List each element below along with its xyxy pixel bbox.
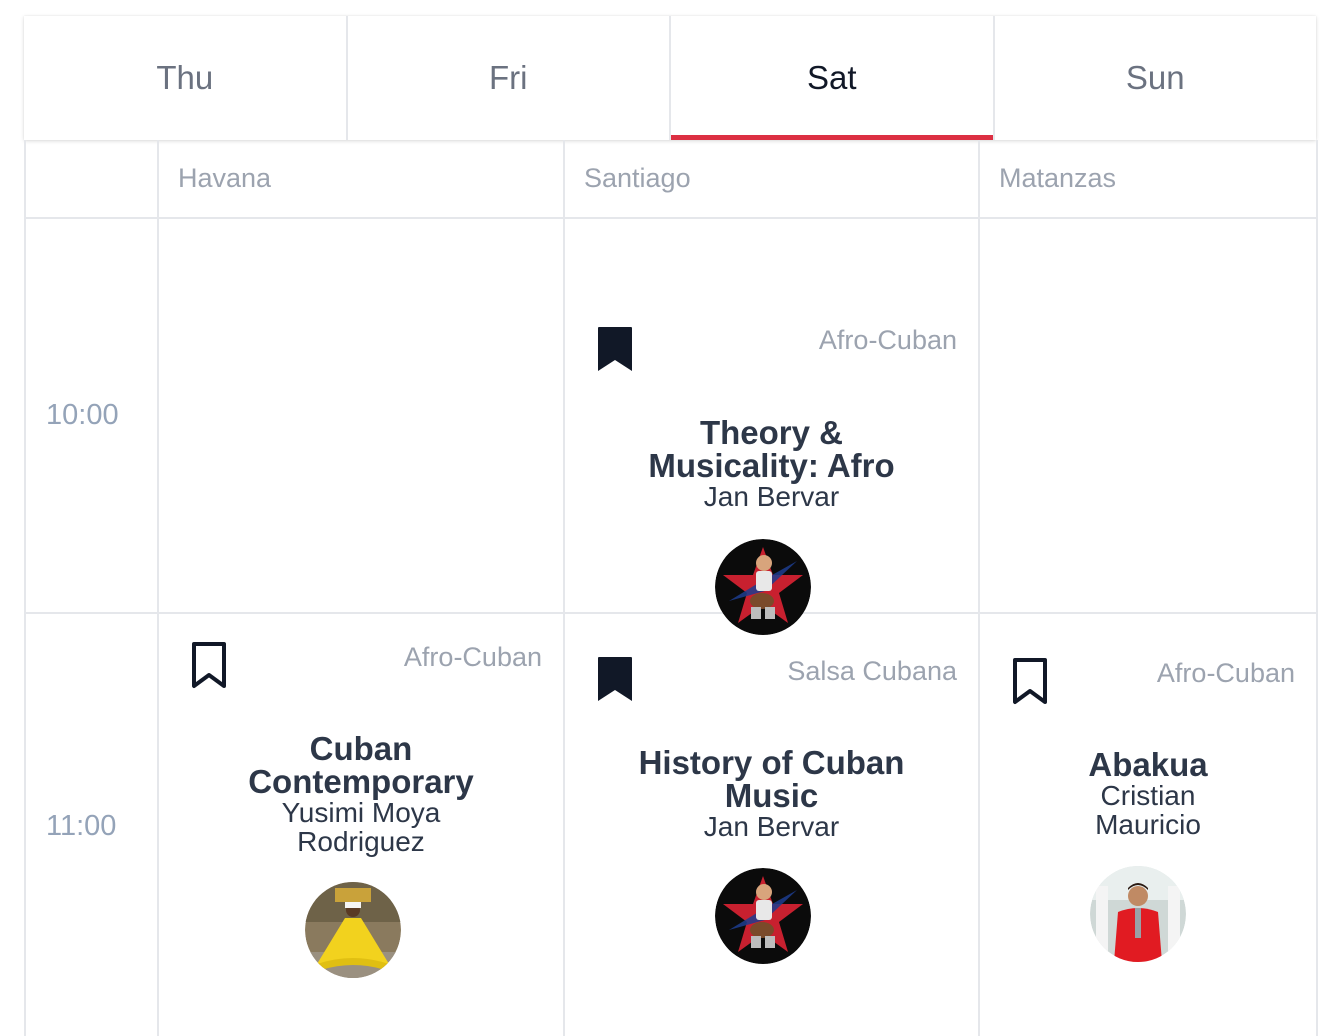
bookmark-outline-icon[interactable] [189,640,229,690]
session-category: Afro-Cuban [818,325,957,355]
session-slot: Salsa Cubana History of Cuban Music Jan … [565,614,980,1036]
session-title[interactable]: Theory & Musicality: Afro [632,416,912,482]
column-header-havana: Havana [159,140,565,219]
session-slot: Afro-Cuban Theory & Musicality: Afro Jan… [565,219,980,635]
session-category: Afro-Cuban [1156,658,1295,688]
empty-slot [159,219,565,614]
tab-sat[interactable]: Sat [671,16,995,140]
session-card[interactable]: Afro-Cuban Cuban Contemporary Yusimi Moy… [159,614,563,1036]
session-title[interactable]: Abakua [1018,748,1278,781]
column-header-matanzas: Matanzas [980,140,1318,219]
teacher-avatar [715,868,811,964]
session-card[interactable]: Salsa Cubana History of Cuban Music Jan … [565,614,978,1036]
session-slot: Afro-Cuban Abakua Cristian Mauricio [980,614,1318,1036]
session-card[interactable]: Afro-Cuban Abakua Cristian Mauricio [980,614,1316,1036]
tab-label: Thu [156,59,214,96]
tab-label: Sat [806,59,857,96]
session-title[interactable]: Cuban Contemporary [211,732,511,798]
session-card[interactable]: Afro-Cuban Theory & Musicality: Afro Jan… [565,219,978,635]
schedule-grid: Havana Santiago Matanzas 10:00 Afro-Cuba… [24,140,1318,1036]
teacher-avatar [305,882,401,978]
session-teacher: Jan Bervar [703,811,840,842]
bookmark-filled-icon[interactable] [595,654,635,704]
column-header-santiago: Santiago [565,140,980,219]
session-title[interactable]: History of Cuban Music [622,746,922,812]
session-category: Afro-Cuban [403,642,542,672]
session-teacher: Cristian Mauricio [1095,780,1201,840]
tab-label: Sun [1125,59,1185,96]
day-tabs: Thu Fri Sat Sun [24,16,1316,140]
time-label-1000: 10:00 [26,219,159,614]
session-category: Salsa Cubana [787,656,957,686]
session-teacher: Jan Bervar [703,481,840,512]
tab-sun[interactable]: Sun [995,16,1317,140]
tab-thu[interactable]: Thu [24,16,348,140]
time-label-1100: 11:00 [26,614,159,1036]
bookmark-filled-icon[interactable] [595,324,635,374]
tab-fri[interactable]: Fri [348,16,671,140]
tab-label: Fri [489,59,528,96]
corner-cell [26,140,159,219]
session-teacher: Yusimi Moya Rodriguez [281,797,441,857]
session-slot: Afro-Cuban Cuban Contemporary Yusimi Moy… [159,614,565,1036]
teacher-avatar [1090,866,1186,962]
bookmark-outline-icon[interactable] [1010,656,1050,706]
empty-slot [980,219,1318,614]
